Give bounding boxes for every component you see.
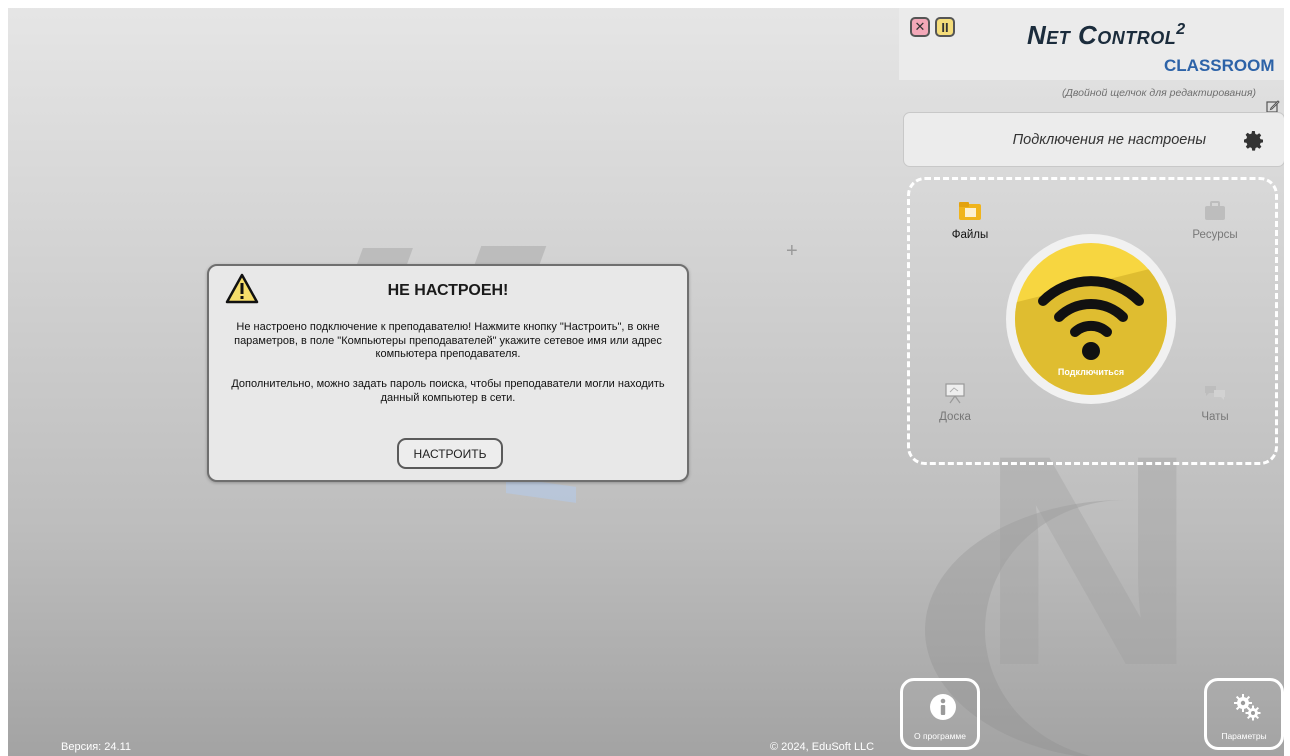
pause-icon[interactable]: II xyxy=(935,17,955,37)
whiteboard-icon xyxy=(945,383,965,404)
crosshair-cursor-icon: + xyxy=(786,240,798,262)
about-button[interactable]: О программе xyxy=(900,678,980,750)
brand-title: Net Control2 xyxy=(1027,20,1186,50)
tool-chats-label: Чаты xyxy=(1201,411,1229,423)
dialog-title: НЕ НАСТРОЕН! xyxy=(387,282,509,299)
chat-bubbles-icon xyxy=(1205,386,1225,400)
copyright-label: © 2024, EduSoft LLC xyxy=(770,741,875,753)
params-button[interactable]: Параметры xyxy=(1204,678,1284,750)
connect-button-label: Подключиться xyxy=(1057,367,1125,377)
brand-subtitle: CLASSROOM xyxy=(1164,56,1275,75)
not-configured-dialog: НЕ НАСТРОЕН! Не настроено подключение к … xyxy=(207,264,689,482)
tool-files[interactable]: Файлы xyxy=(935,198,1005,241)
background-logo-fragment xyxy=(357,248,413,264)
dialog-message: Не настроено подключение к преподавателю… xyxy=(234,321,662,360)
gears-icon xyxy=(1234,694,1261,721)
background-logo-fragment xyxy=(474,246,547,264)
tool-chats[interactable]: Чаты xyxy=(1180,380,1250,423)
tool-resources-label: Ресурсы xyxy=(1192,229,1238,241)
connect-button[interactable]: Подключиться xyxy=(1006,234,1176,404)
setup-button[interactable]: НАСТРОИТЬ xyxy=(397,438,503,469)
close-x-icon[interactable]: ✕ xyxy=(910,17,930,37)
about-button-label: О программе xyxy=(913,731,966,741)
background-logo-n: N xyxy=(980,392,1197,728)
edit-pencil-icon[interactable] xyxy=(1266,99,1280,113)
info-icon xyxy=(930,694,956,720)
connect-button-face: Подключиться xyxy=(1015,243,1167,395)
params-button-label: Параметры xyxy=(1221,731,1267,741)
tool-board[interactable]: Доска xyxy=(920,380,990,423)
connection-status-text: Подключения не настроены xyxy=(1012,132,1206,148)
tool-board-label: Доска xyxy=(939,411,971,423)
connection-status-bar[interactable]: Подключения не настроены xyxy=(903,112,1285,167)
version-label: Версия: 24.11 xyxy=(61,741,131,753)
gear-icon[interactable] xyxy=(1242,129,1266,153)
tool-resources[interactable]: Ресурсы xyxy=(1180,198,1250,241)
wifi-icon xyxy=(1038,276,1144,360)
tool-files-label: Файлы xyxy=(951,229,989,241)
edit-hint-label: (Двойной щелчок для редактирования) xyxy=(1062,87,1256,99)
briefcase-icon xyxy=(1205,201,1225,220)
dialog-message-extra: Дополнительно, можно задать пароль поиск… xyxy=(231,378,665,404)
folder-icon xyxy=(959,202,981,220)
brand-header: ✕ II Net Control2 CLASSROOM xyxy=(899,8,1286,80)
